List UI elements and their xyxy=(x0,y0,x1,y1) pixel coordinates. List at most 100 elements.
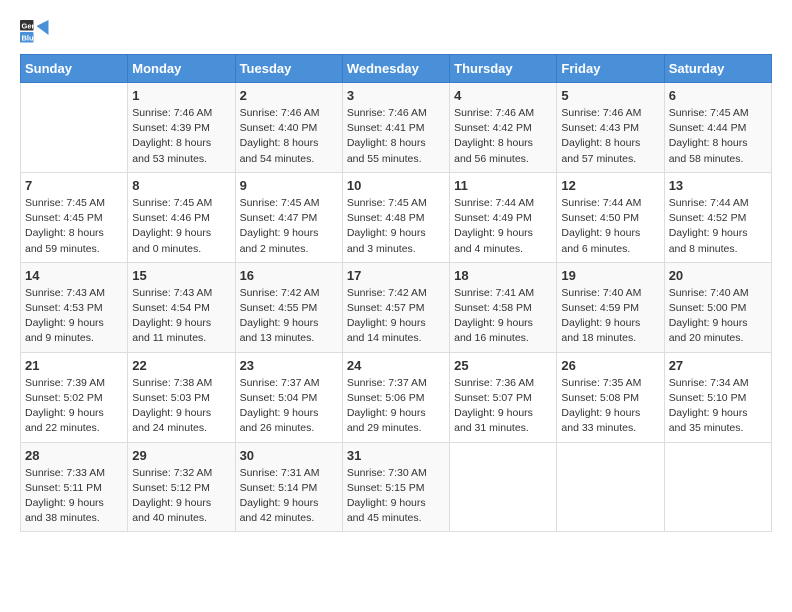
day-cell: 24 Sunrise: 7:37 AM Sunset: 5:06 PM Dayli… xyxy=(342,352,449,442)
day-info: Sunrise: 7:37 AM Sunset: 5:06 PM Dayligh… xyxy=(347,376,445,437)
day-info: Sunrise: 7:44 AM Sunset: 4:49 PM Dayligh… xyxy=(454,196,552,257)
day-cell: 28 Sunrise: 7:33 AM Sunset: 5:11 PM Dayli… xyxy=(21,442,128,532)
day-number: 24 xyxy=(347,358,445,373)
day-cell: 13 Sunrise: 7:44 AM Sunset: 4:52 PM Dayli… xyxy=(664,172,771,262)
day-info: Sunrise: 7:41 AM Sunset: 4:58 PM Dayligh… xyxy=(454,286,552,347)
day-number: 15 xyxy=(132,268,230,283)
day-number: 22 xyxy=(132,358,230,373)
header-day-tuesday: Tuesday xyxy=(235,55,342,83)
day-cell: 18 Sunrise: 7:41 AM Sunset: 4:58 PM Dayli… xyxy=(450,262,557,352)
day-info: Sunrise: 7:45 AM Sunset: 4:47 PM Dayligh… xyxy=(240,196,338,257)
day-number: 9 xyxy=(240,178,338,193)
day-cell: 6Sunrise: 7:45 AM Sunset: 4:44 PM Daylig… xyxy=(664,83,771,173)
day-cell: 10Sunrise: 7:45 AM Sunset: 4:48 PM Dayli… xyxy=(342,172,449,262)
day-cell: 7 Sunrise: 7:45 AM Sunset: 4:45 PM Daylig… xyxy=(21,172,128,262)
day-cell xyxy=(21,83,128,173)
logo-icon: Gen Blue xyxy=(20,20,50,44)
day-number: 3 xyxy=(347,88,445,103)
day-info: Sunrise: 7:39 AM Sunset: 5:02 PM Dayligh… xyxy=(25,376,123,437)
day-number: 21 xyxy=(25,358,123,373)
week-row-1: 1 Sunrise: 7:46 AM Sunset: 4:39 PM Daylig… xyxy=(21,83,772,173)
day-cell xyxy=(450,442,557,532)
day-number: 17 xyxy=(347,268,445,283)
day-info: Sunrise: 7:36 AM Sunset: 5:07 PM Dayligh… xyxy=(454,376,552,437)
day-cell: 12 Sunrise: 7:44 AM Sunset: 4:50 PM Dayli… xyxy=(557,172,664,262)
calendar-body: 1 Sunrise: 7:46 AM Sunset: 4:39 PM Daylig… xyxy=(21,83,772,532)
day-cell: 17 Sunrise: 7:42 AM Sunset: 4:57 PM Dayli… xyxy=(342,262,449,352)
day-number: 8 xyxy=(132,178,230,193)
day-info: Sunrise: 7:43 AM Sunset: 4:53 PM Dayligh… xyxy=(25,286,123,347)
day-number: 4 xyxy=(454,88,552,103)
day-cell: 16Sunrise: 7:42 AM Sunset: 4:55 PM Dayli… xyxy=(235,262,342,352)
day-cell: 20Sunrise: 7:40 AM Sunset: 5:00 PM Dayli… xyxy=(664,262,771,352)
day-number: 20 xyxy=(669,268,767,283)
day-number: 11 xyxy=(454,178,552,193)
day-number: 23 xyxy=(240,358,338,373)
day-info: Sunrise: 7:46 AM Sunset: 4:39 PM Dayligh… xyxy=(132,106,230,167)
day-number: 16 xyxy=(240,268,338,283)
day-info: Sunrise: 7:33 AM Sunset: 5:11 PM Dayligh… xyxy=(25,466,123,527)
day-cell: 21 Sunrise: 7:39 AM Sunset: 5:02 PM Dayli… xyxy=(21,352,128,442)
day-info: Sunrise: 7:44 AM Sunset: 4:50 PM Dayligh… xyxy=(561,196,659,257)
day-number: 26 xyxy=(561,358,659,373)
header-day-monday: Monday xyxy=(128,55,235,83)
day-info: Sunrise: 7:38 AM Sunset: 5:03 PM Dayligh… xyxy=(132,376,230,437)
day-number: 28 xyxy=(25,448,123,463)
day-number: 12 xyxy=(561,178,659,193)
day-cell: 26 Sunrise: 7:35 AM Sunset: 5:08 PM Dayli… xyxy=(557,352,664,442)
day-info: Sunrise: 7:44 AM Sunset: 4:52 PM Dayligh… xyxy=(669,196,767,257)
day-cell: 1 Sunrise: 7:46 AM Sunset: 4:39 PM Daylig… xyxy=(128,83,235,173)
week-row-3: 14 Sunrise: 7:43 AM Sunset: 4:53 PM Dayli… xyxy=(21,262,772,352)
day-number: 25 xyxy=(454,358,552,373)
day-number: 29 xyxy=(132,448,230,463)
day-number: 5 xyxy=(561,88,659,103)
day-cell xyxy=(664,442,771,532)
week-row-2: 7 Sunrise: 7:45 AM Sunset: 4:45 PM Daylig… xyxy=(21,172,772,262)
day-cell: 8 Sunrise: 7:45 AM Sunset: 4:46 PM Daylig… xyxy=(128,172,235,262)
week-row-5: 28 Sunrise: 7:33 AM Sunset: 5:11 PM Dayli… xyxy=(21,442,772,532)
svg-text:Gen: Gen xyxy=(22,21,37,30)
day-cell xyxy=(557,442,664,532)
calendar-table: SundayMondayTuesdayWednesdayThursdayFrid… xyxy=(20,54,772,532)
day-cell: 30Sunrise: 7:31 AM Sunset: 5:14 PM Dayli… xyxy=(235,442,342,532)
day-info: Sunrise: 7:43 AM Sunset: 4:54 PM Dayligh… xyxy=(132,286,230,347)
day-info: Sunrise: 7:46 AM Sunset: 4:40 PM Dayligh… xyxy=(240,106,338,167)
day-number: 19 xyxy=(561,268,659,283)
day-info: Sunrise: 7:37 AM Sunset: 5:04 PM Dayligh… xyxy=(240,376,338,437)
header-day-wednesday: Wednesday xyxy=(342,55,449,83)
day-cell: 22 Sunrise: 7:38 AM Sunset: 5:03 PM Dayli… xyxy=(128,352,235,442)
day-number: 6 xyxy=(669,88,767,103)
day-number: 27 xyxy=(669,358,767,373)
day-cell: 5Sunrise: 7:46 AM Sunset: 4:43 PM Daylig… xyxy=(557,83,664,173)
day-number: 13 xyxy=(669,178,767,193)
header-row: SundayMondayTuesdayWednesdayThursdayFrid… xyxy=(21,55,772,83)
day-number: 1 xyxy=(132,88,230,103)
day-cell: 3Sunrise: 7:46 AM Sunset: 4:41 PM Daylig… xyxy=(342,83,449,173)
day-number: 18 xyxy=(454,268,552,283)
week-row-4: 21 Sunrise: 7:39 AM Sunset: 5:02 PM Dayli… xyxy=(21,352,772,442)
header-day-friday: Friday xyxy=(557,55,664,83)
svg-text:Blue: Blue xyxy=(22,33,38,42)
calendar-header: SundayMondayTuesdayWednesdayThursdayFrid… xyxy=(21,55,772,83)
day-number: 10 xyxy=(347,178,445,193)
day-cell: 9 Sunrise: 7:45 AM Sunset: 4:47 PM Daylig… xyxy=(235,172,342,262)
day-number: 14 xyxy=(25,268,123,283)
day-cell: 25 Sunrise: 7:36 AM Sunset: 5:07 PM Dayli… xyxy=(450,352,557,442)
day-cell: 14 Sunrise: 7:43 AM Sunset: 4:53 PM Dayli… xyxy=(21,262,128,352)
day-number: 7 xyxy=(25,178,123,193)
day-number: 2 xyxy=(240,88,338,103)
logo: Gen Blue xyxy=(20,20,54,44)
day-number: 31 xyxy=(347,448,445,463)
day-info: Sunrise: 7:45 AM Sunset: 4:45 PM Dayligh… xyxy=(25,196,123,257)
day-cell: 4Sunrise: 7:46 AM Sunset: 4:42 PM Daylig… xyxy=(450,83,557,173)
day-cell: 2 Sunrise: 7:46 AM Sunset: 4:40 PM Daylig… xyxy=(235,83,342,173)
day-info: Sunrise: 7:42 AM Sunset: 4:57 PM Dayligh… xyxy=(347,286,445,347)
header-day-sunday: Sunday xyxy=(21,55,128,83)
day-cell: 19 Sunrise: 7:40 AM Sunset: 4:59 PM Dayli… xyxy=(557,262,664,352)
day-info: Sunrise: 7:45 AM Sunset: 4:46 PM Dayligh… xyxy=(132,196,230,257)
day-info: Sunrise: 7:35 AM Sunset: 5:08 PM Dayligh… xyxy=(561,376,659,437)
day-info: Sunrise: 7:40 AM Sunset: 4:59 PM Dayligh… xyxy=(561,286,659,347)
day-cell: 23 Sunrise: 7:37 AM Sunset: 5:04 PM Dayli… xyxy=(235,352,342,442)
day-cell: 29Sunrise: 7:32 AM Sunset: 5:12 PM Dayli… xyxy=(128,442,235,532)
day-cell: 11 Sunrise: 7:44 AM Sunset: 4:49 PM Dayli… xyxy=(450,172,557,262)
